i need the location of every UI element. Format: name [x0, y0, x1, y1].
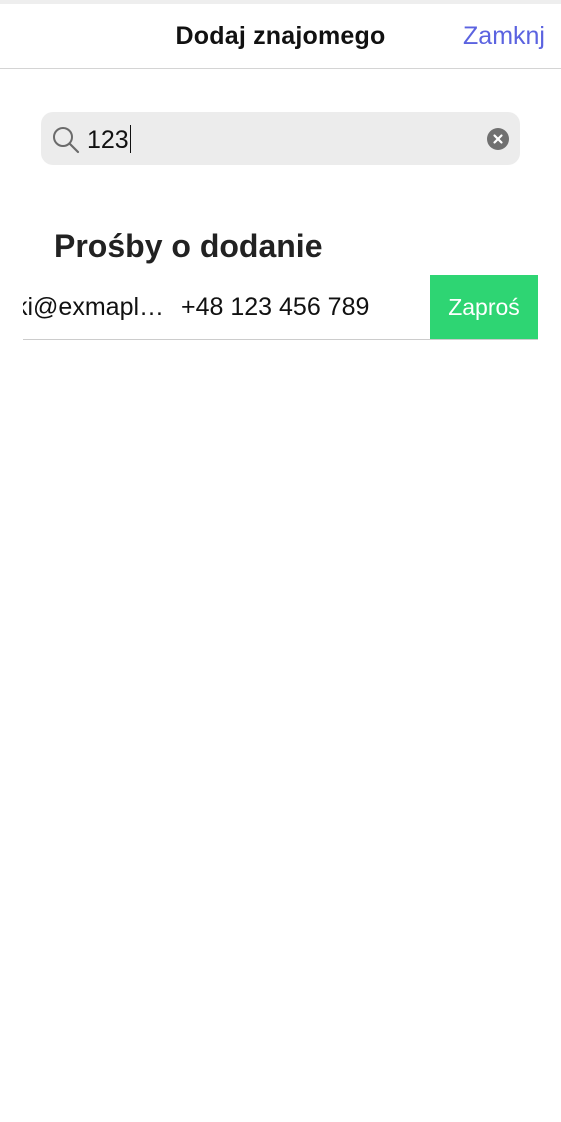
text-caret — [129, 125, 131, 153]
clear-icon[interactable] — [487, 128, 509, 150]
result-email: ki@exmaple.com — [23, 293, 170, 321]
list-item: ki@exmaple.com +48 123 456 789 Zaproś — [23, 275, 538, 340]
search-icon — [53, 127, 80, 154]
section-title: Prośby o dodanie — [54, 228, 323, 264]
search-input-value: 123 — [87, 126, 129, 154]
result-phone: +48 123 456 789 — [181, 293, 370, 321]
search-field[interactable]: 123 — [41, 112, 520, 165]
close-button[interactable]: Zamknj — [463, 22, 545, 51]
invite-button[interactable]: Zaproś — [430, 275, 538, 339]
search-input[interactable]: 123 — [87, 125, 131, 155]
header-bar: Dodaj znajomego Zamknj — [0, 4, 561, 69]
